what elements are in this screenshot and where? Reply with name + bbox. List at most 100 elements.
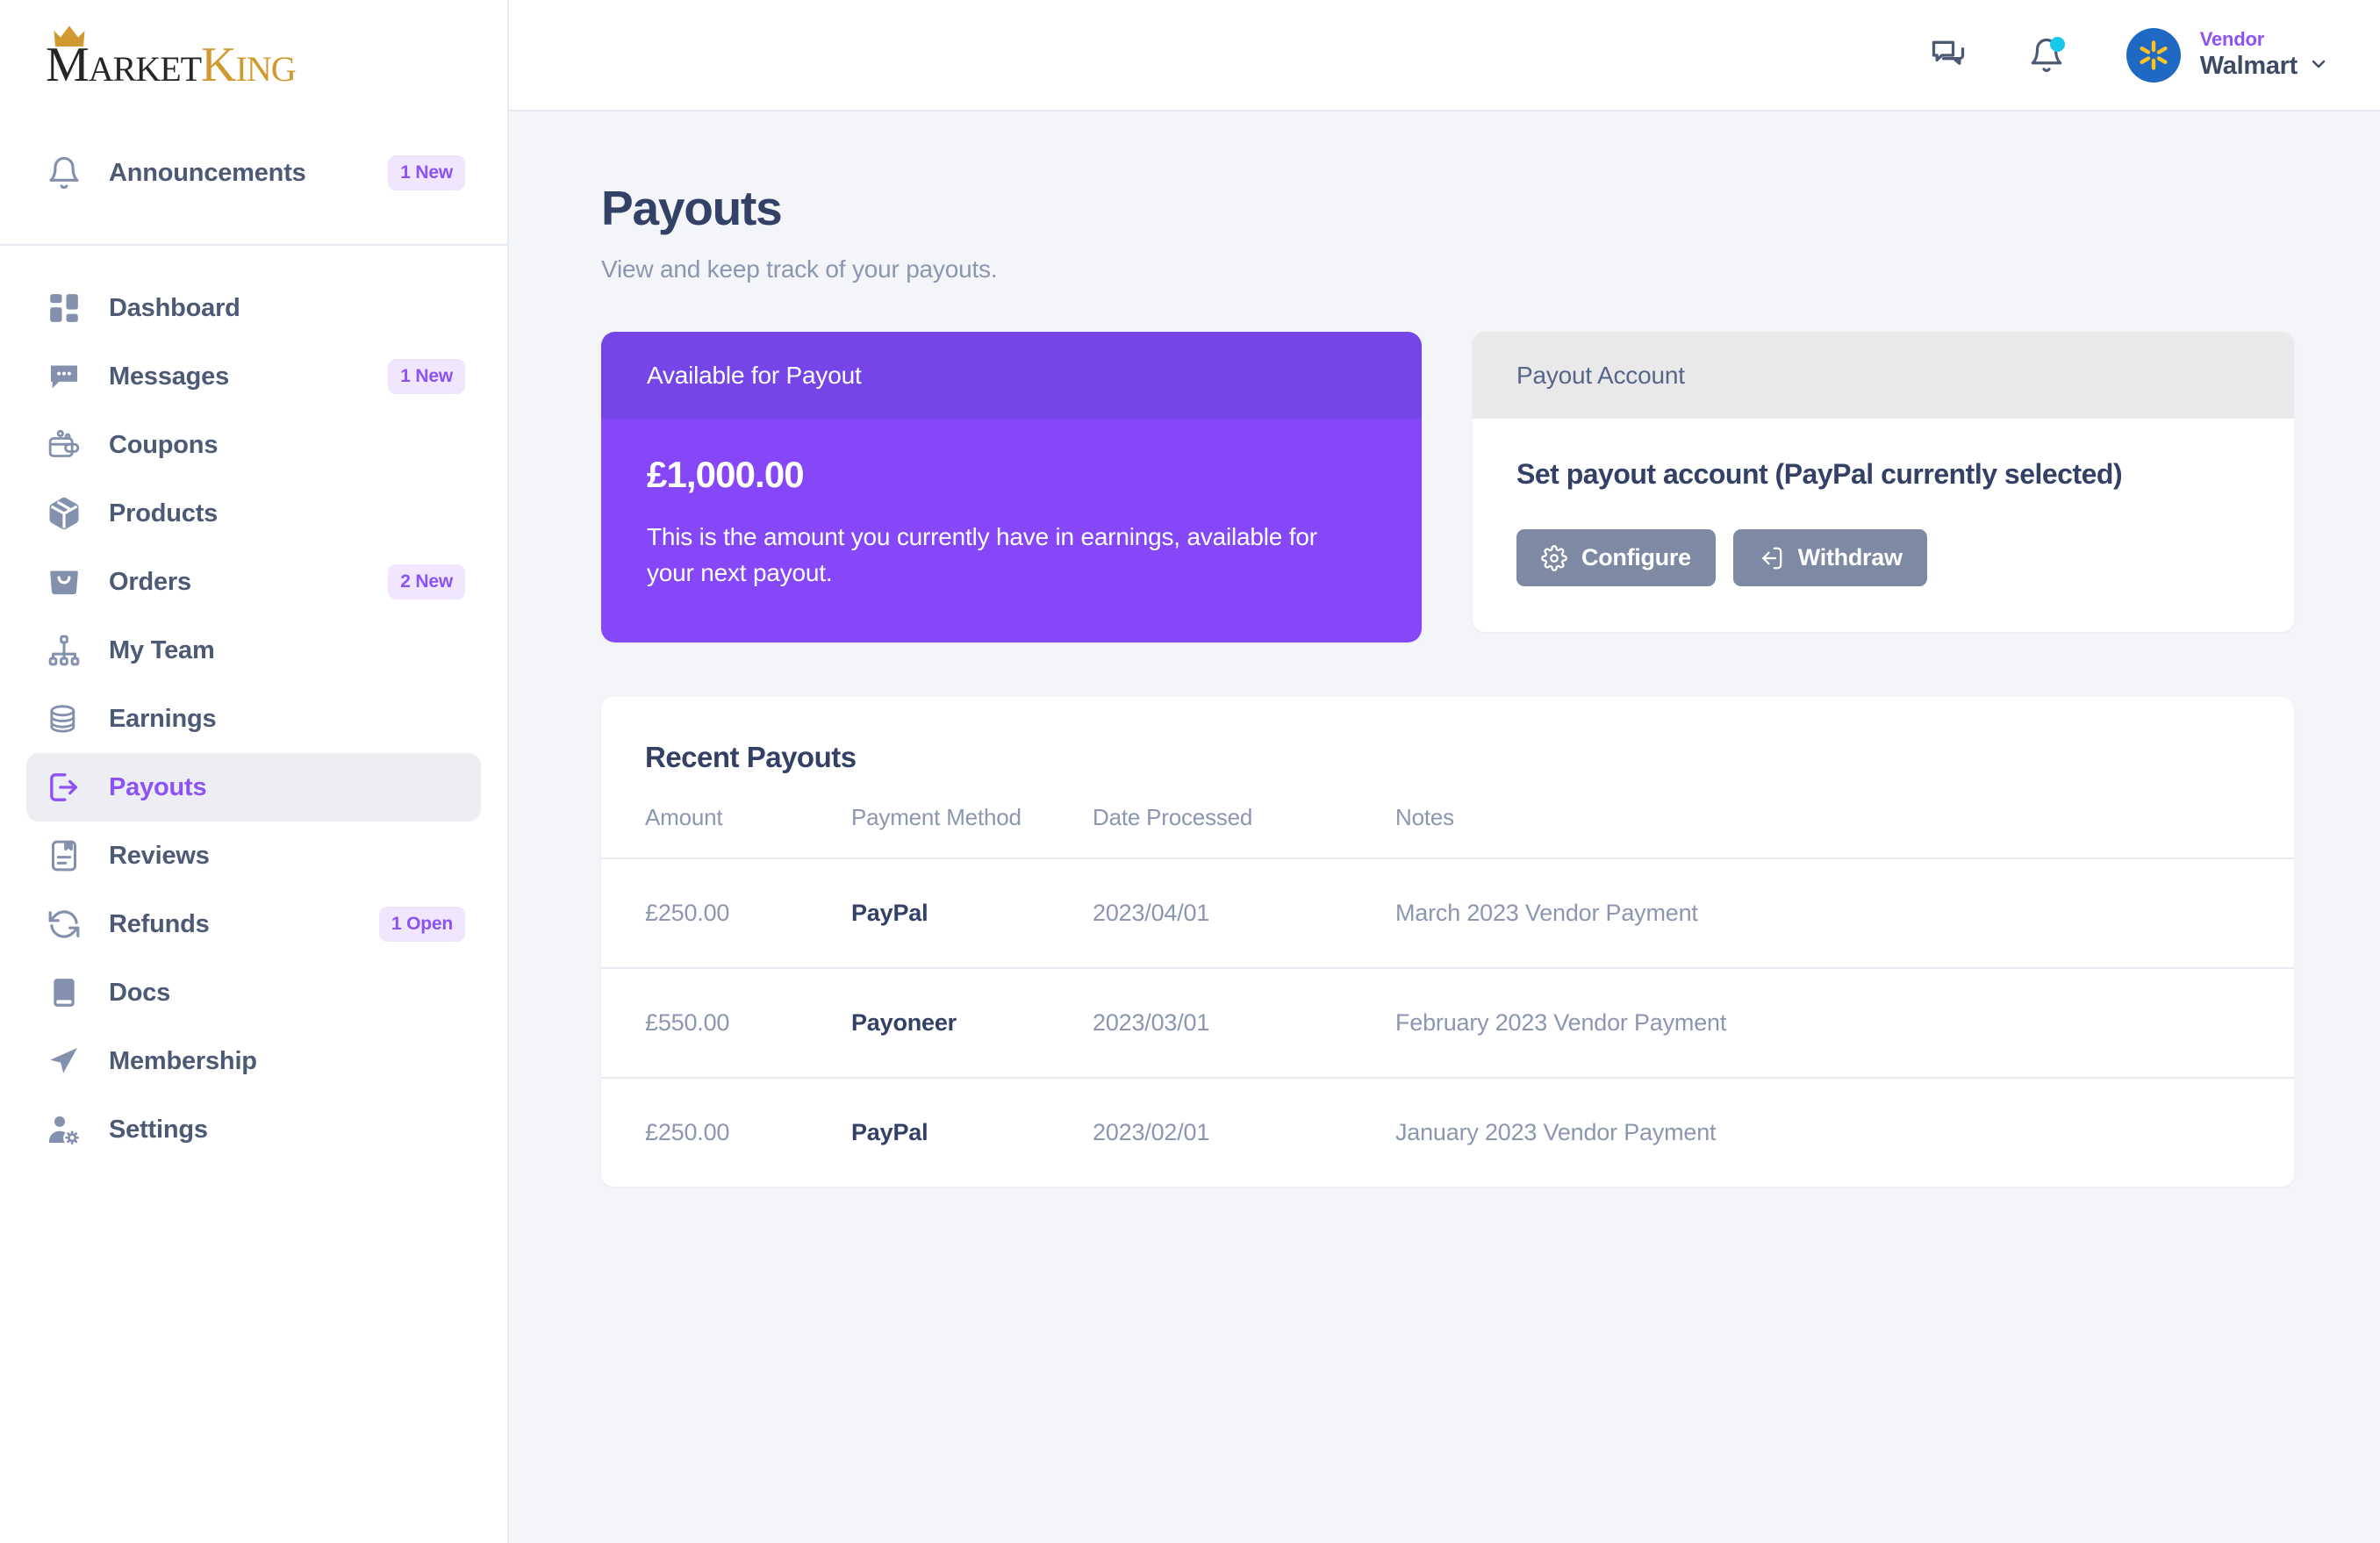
user-menu[interactable]: Vendor Walmart (2200, 28, 2329, 82)
cell-notes: January 2023 Vendor Payment (1395, 1078, 2294, 1187)
withdraw-button-label: Withdraw (1798, 544, 1903, 571)
chevron-down-icon (2308, 54, 2329, 79)
sidebar-item-label: Earnings (109, 705, 217, 734)
sidebar-item-dashboard[interactable]: Dashboard (26, 274, 481, 342)
user-role: Vendor (2200, 28, 2329, 51)
available-card-header-label: Available for Payout (647, 362, 862, 389)
refresh-icon (46, 906, 82, 943)
withdraw-icon (1758, 545, 1784, 571)
user-gear-icon (46, 1111, 82, 1148)
cell-date: 2023/02/01 (1093, 1078, 1395, 1187)
sidebar-nav: Dashboard Messages 1 New Coupons Products Ord… (0, 246, 507, 1164)
cell-amount: £550.00 (601, 968, 851, 1078)
table-row[interactable]: £250.00PayPal2023/04/01March 2023 Vendor… (601, 858, 2294, 968)
withdraw-button[interactable]: Withdraw (1733, 529, 1927, 586)
table-header-row: Amount Payment Method Date Processed Not… (601, 804, 2294, 858)
grid-icon (46, 290, 82, 327)
sidebar-item-badge: 2 New (388, 564, 465, 599)
sidebar-item-label: Products (109, 499, 218, 528)
sidebar-item-reviews[interactable]: Reviews (26, 822, 481, 890)
coins-icon (46, 700, 82, 737)
available-amount: £1,000.00 (647, 454, 1376, 496)
sidebar-item-label: Announcements (109, 159, 306, 188)
sidebar-item-settings[interactable]: Settings (26, 1095, 481, 1164)
cell-amount: £250.00 (601, 1078, 851, 1187)
app-root: MARKETKING Announcements 1 New Dashboard… (0, 0, 2380, 1543)
sidebar-item-payouts[interactable]: Payouts (26, 753, 481, 822)
sidebar-item-refunds[interactable]: Refunds1 Open (26, 890, 481, 958)
sidebar-item-badge: 1 Open (379, 907, 465, 942)
logo[interactable]: MARKETKING (0, 0, 507, 130)
user-name: Walmart (2200, 51, 2298, 82)
logo-text: MARKETKING (46, 40, 296, 90)
announcements-badge: 1 New (388, 155, 465, 190)
avatar[interactable] (2126, 28, 2181, 83)
table-row[interactable]: £550.00Payoneer2023/03/01February 2023 V… (601, 968, 2294, 1078)
logo-k: K (201, 38, 235, 92)
send-icon (46, 1043, 82, 1080)
crown-icon (54, 25, 85, 48)
column-header-date: Date Processed (1093, 804, 1395, 858)
announcements-section: Announcements 1 New (0, 130, 507, 246)
wallet-icon (46, 427, 82, 463)
column-header-notes: Notes (1395, 804, 2294, 858)
sidebar-item-badge: 1 New (388, 359, 465, 394)
notification-dot (2050, 37, 2065, 52)
sidebar-item-label: Reviews (109, 842, 210, 871)
summary-cards: Available for Payout £1,000.00 This is t… (601, 332, 2294, 642)
sidebar-item-label: My Team (109, 636, 215, 665)
page-title: Payouts (601, 180, 2294, 236)
bell-icon (46, 154, 82, 191)
sidebar-item-announcements[interactable]: Announcements 1 New (26, 139, 481, 207)
account-card-body: Set payout account (PayPal currently sel… (1473, 419, 2294, 632)
main-area: Vendor Walmart Payouts View and keep tra… (509, 0, 2380, 1543)
available-description: This is the amount you currently have in… (647, 519, 1349, 592)
sidebar-item-label: Membership (109, 1047, 257, 1076)
account-card-header-label: Payout Account (1516, 362, 1685, 389)
content: Payouts View and keep track of your payo… (509, 111, 2380, 1543)
column-header-amount: Amount (601, 804, 851, 858)
sidebar-item-label: Coupons (109, 431, 218, 460)
logo-arket: ARKET (89, 49, 201, 89)
chat-icon (46, 358, 82, 395)
sidebar-item-my-team[interactable]: My Team (26, 616, 481, 685)
recent-payouts-table: Amount Payment Method Date Processed Not… (601, 804, 2294, 1187)
recent-payouts-title: Recent Payouts (601, 697, 2294, 774)
sidebar-item-orders[interactable]: Orders2 New (26, 548, 481, 616)
sidebar: MARKETKING Announcements 1 New Dashboard… (0, 0, 509, 1543)
book-icon (46, 974, 82, 1011)
walmart-spark-icon (2136, 38, 2171, 73)
notifications-bell-icon[interactable] (2021, 30, 2072, 81)
page-subtitle: View and keep track of your payouts. (601, 255, 2294, 283)
sidebar-item-products[interactable]: Products (26, 479, 481, 548)
cell-method: Payoneer (851, 968, 1093, 1078)
account-status-text: Set payout account (PayPal currently sel… (1516, 458, 2250, 491)
gear-icon (1541, 545, 1567, 571)
sidebar-item-label: Docs (109, 979, 170, 1008)
chat-bubbles-icon[interactable] (1923, 30, 1974, 81)
sidebar-item-label: Messages (109, 362, 229, 391)
available-card-header: Available for Payout (601, 332, 1422, 419)
sidebar-item-earnings[interactable]: Earnings (26, 685, 481, 753)
payout-account-card: Payout Account Set payout account (PayPa… (1473, 332, 2294, 632)
bag-icon (46, 563, 82, 600)
configure-button[interactable]: Configure (1516, 529, 1716, 586)
column-header-method: Payment Method (851, 804, 1093, 858)
account-actions: Configure Withdraw (1516, 529, 2250, 586)
table-row[interactable]: £250.00PayPal2023/02/01January 2023 Vend… (601, 1078, 2294, 1187)
review-doc-icon (46, 837, 82, 874)
org-chart-icon (46, 632, 82, 669)
sidebar-item-messages[interactable]: Messages 1 New (26, 342, 481, 411)
sidebar-item-coupons[interactable]: Coupons (26, 411, 481, 479)
payout-icon (46, 769, 82, 806)
available-for-payout-card: Available for Payout £1,000.00 This is t… (601, 332, 1422, 642)
sidebar-item-docs[interactable]: Docs (26, 958, 481, 1027)
sidebar-item-membership[interactable]: Membership (26, 1027, 481, 1095)
cell-notes: February 2023 Vendor Payment (1395, 968, 2294, 1078)
cell-method: PayPal (851, 858, 1093, 968)
cell-method: PayPal (851, 1078, 1093, 1187)
table-body: £250.00PayPal2023/04/01March 2023 Vendor… (601, 858, 2294, 1187)
cell-date: 2023/04/01 (1093, 858, 1395, 968)
sidebar-item-label: Settings (109, 1116, 208, 1145)
box-icon (46, 495, 82, 532)
